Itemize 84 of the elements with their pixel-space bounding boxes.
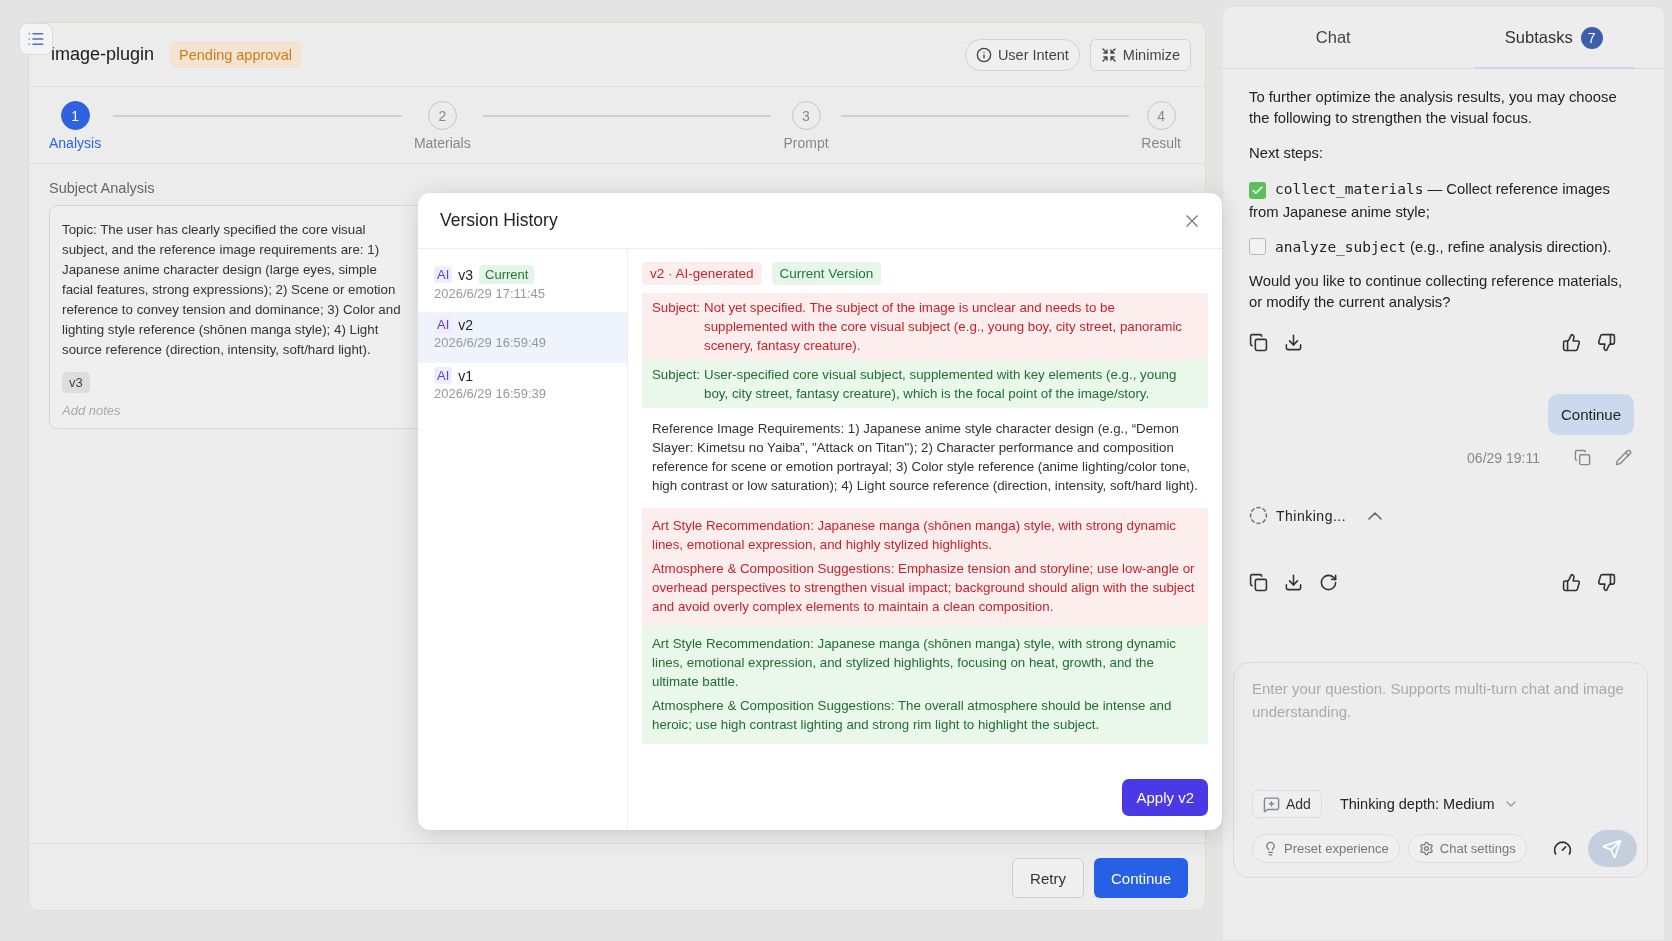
chevron-up-icon (1368, 511, 1383, 520)
version-tag: v3 (62, 372, 90, 393)
diff-text: User-specified core visual subject, supplemented with key elements (e.g., young boy, city street, fantasy creature), which is the focal point of the image/story. (704, 367, 1177, 401)
version-name: v2 (458, 316, 474, 333)
regenerate-button[interactable] (1319, 573, 1338, 592)
version-tag: Current Version (771, 262, 882, 285)
diff-text: Reference Image Requirements: 1) Japanese anime style character design (e.g., “Demon Slayer: Kimetsu no Yaiba”, "Attack on Titan"); 2) Character performance and composition reference for scene or emotion portrayal; 3) Color style reference (anime lighting/color tone, high contrast or low saturation); 4) Light source reference (direction, intensity, soft/hard light). (652, 420, 1198, 495)
notes-field[interactable]: Add notes (62, 403, 262, 418)
field-label: Subject: (652, 299, 701, 317)
count-badge: 7 (1580, 26, 1603, 49)
minimize-button[interactable]: Minimize (1089, 38, 1191, 71)
continue-button[interactable]: Continue (1093, 858, 1188, 898)
ai-badge: AI (434, 266, 453, 283)
download-button[interactable] (1284, 333, 1303, 352)
step-number[interactable]: 1 (60, 101, 90, 130)
menu-button[interactable] (19, 23, 53, 55)
task-checkbox[interactable] (1249, 238, 1266, 255)
copy-button[interactable] (1249, 333, 1268, 352)
version-tag: v2 · AI-generated (642, 262, 762, 285)
tab-label: Subtasks (1504, 28, 1573, 47)
menu-icon (27, 30, 45, 48)
task-text: analyze_subject (e.g., refine analysis direction). (1249, 236, 1634, 259)
thinking-label: Thinking... (1276, 507, 1347, 524)
question-field[interactable]: Enter your question. Supports multi-turn chat and image understanding. Add Thinking depth: Medium Preset experience Chat settings (1233, 662, 1648, 878)
gauge-button[interactable] (1552, 839, 1572, 858)
current-badge: Current (479, 265, 535, 284)
version-name: v1 (458, 367, 474, 384)
diff-text: Atmosphere & Composition Suggestions: Emphasize tension and storyline; use low-angle or overhead perspectives to strengthen visual impact; background should align with the subject and avoid overly complex elements to maintain a clean composition. (652, 560, 1196, 616)
chat-settings-button[interactable]: Chat settings (1407, 834, 1527, 863)
thumbs-down-button[interactable] (1597, 333, 1616, 352)
section-title: Subject Analysis (49, 180, 156, 196)
dialog-title: Version History (440, 210, 558, 231)
version-name: v3 (458, 266, 474, 283)
diff-text: Art Style Recommendation: Japanese manga (shōnen manga) style, with strong dynamic lines, emotional expression, and highly stylized highlights. (652, 517, 1177, 554)
shrink-icon (1100, 46, 1117, 63)
version-item[interactable]: AI v2 2026/6/29 16:59:49 (418, 312, 627, 363)
tab-label: Chat (1315, 28, 1351, 47)
retry-button[interactable]: Retry (1012, 858, 1084, 898)
send-icon (1602, 838, 1623, 859)
field-label: Subject: (652, 366, 701, 384)
user-intent-button[interactable]: User Intent (964, 38, 1080, 71)
settings-icon (1418, 841, 1434, 856)
message-time: 06/29 19:11 (1467, 449, 1540, 466)
thinking-icon (1249, 506, 1268, 525)
step-label: Result (1141, 135, 1181, 151)
version-item[interactable]: AI v3 Current 2026/6/29 17:11:45 (418, 261, 627, 312)
thumbs-down-button[interactable] (1597, 573, 1616, 592)
message-plus-icon (1263, 795, 1280, 813)
step-label: Analysis (49, 135, 102, 151)
status-badge: Pending approval (170, 41, 301, 68)
panel-tab[interactable]: Chat (1223, 7, 1444, 68)
lightbulb-icon (1263, 841, 1278, 856)
thinking-depth-dropdown[interactable]: Thinking depth: Medium (1333, 796, 1525, 812)
apply-button[interactable]: Apply v2 (1122, 779, 1208, 816)
preset-experience-button[interactable]: Preset experience (1252, 834, 1400, 863)
step-label: Prompt (783, 135, 829, 151)
download-button[interactable] (1284, 573, 1303, 592)
diff-text: Not yet specified. The subject of the image is unclear and needs to be supplemented with the core visual subject (e.g., young boy, city street, panoramic scenery, fantasy creature). (704, 300, 1182, 353)
ai-badge: AI (434, 367, 453, 384)
app-title: image-plugin (51, 44, 155, 65)
panel-tab[interactable]: Subtasks 7 (1443, 7, 1664, 68)
thumbs-up-button[interactable] (1562, 333, 1581, 352)
task-checkbox[interactable] (1249, 182, 1266, 199)
diff-text: Art Style Recommendation: Japanese manga (shōnen manga) style, with strong dynamic lines, emotional expression, and stylized highlights, focusing on heat, growth, and the ultimate battle. (652, 635, 1177, 691)
message-text: To further optimize the analysis results, you may choose the following to strengthen the visual focus. (1249, 88, 1618, 128)
version-time: 2026/6/29 16:59:39 (434, 386, 548, 401)
message-text: Would you like to continue collecting reference materials, or modify the current analysis? (1249, 272, 1624, 312)
collapse-button[interactable] (1368, 511, 1383, 520)
info-icon (975, 46, 992, 63)
check-icon (1251, 184, 1264, 197)
version-item[interactable]: AI v1 2026/6/29 16:59:39 (418, 363, 627, 414)
next-steps-label: Next steps: (1249, 144, 1324, 163)
version-time: 2026/6/29 16:59:49 (434, 335, 548, 350)
step-label: Materials (413, 135, 471, 151)
user-message: Continue (1547, 394, 1634, 435)
ai-badge: AI (434, 316, 453, 333)
copy-button[interactable] (1249, 573, 1268, 592)
diff-text: Atmosphere & Composition Suggestions: The overall atmosphere should be intense and heroic; use high contrast lighting and strong rim light to highlight the subject. (652, 697, 1173, 734)
thumbs-up-button[interactable] (1562, 573, 1581, 592)
task-text: collect_materials — Collect reference images from Japanese anime style; (1249, 180, 1611, 222)
edit-button[interactable] (1615, 449, 1632, 466)
version-time: 2026/6/29 17:11:45 (434, 286, 547, 301)
analysis-text: Topic: The user has clearly specified the core visual subject, and the reference image requirements are: 1) Japanese anime character design (large eyes, simple facial features, strong expressions); 2) Scene or emotion reference to convey tension and dominance; 3) Color and lighting style reference (shōnen manga style); 4) Light source reference (direction, intensity, soft/hard light). (62, 221, 402, 359)
add-button[interactable]: Add (1252, 790, 1322, 818)
